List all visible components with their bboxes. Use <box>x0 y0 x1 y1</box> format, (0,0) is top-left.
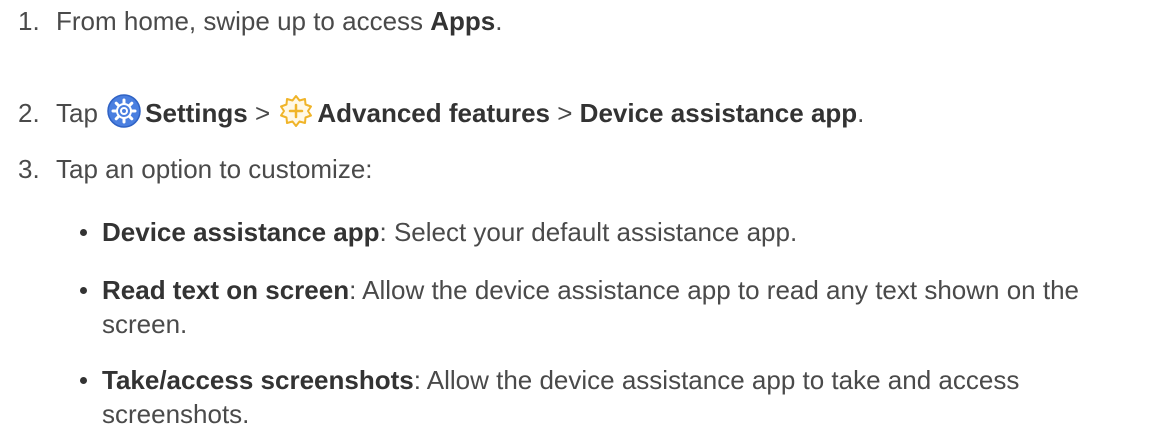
option-title: Device assistance app <box>102 217 380 247</box>
settings-gear-icon <box>107 94 141 128</box>
step-1: 1. From home, swipe up to access Apps. <box>18 4 503 38</box>
bullet-dot-icon <box>80 229 87 236</box>
breadcrumb-separator: > <box>247 98 278 128</box>
option-list-item: Read text on screen: Allow the device as… <box>80 273 1150 341</box>
bullet-dot-icon <box>80 287 87 294</box>
step-punct: . <box>495 6 503 36</box>
step-number: 2. <box>18 98 40 128</box>
bullet-dot-icon <box>80 377 87 384</box>
option-text: Read text on screen: Allow the device as… <box>102 273 1150 341</box>
step-number: 1. <box>18 6 40 36</box>
device-assistance-app-term: Device assistance app <box>579 98 858 128</box>
advanced-features-term: Advanced features <box>317 98 551 128</box>
apps-term: Apps <box>430 6 496 36</box>
step-text: Tap <box>56 98 106 128</box>
step-2: 2. Tap Settings > Advanced features > De… <box>18 94 864 130</box>
advanced-features-icon <box>279 94 313 128</box>
instructions-page: 1. From home, swipe up to access Apps. 2.… <box>0 0 1169 435</box>
settings-term: Settings <box>145 98 248 128</box>
option-text: Device assistance app: Select your defau… <box>102 215 1150 249</box>
option-description: : Select your default assistance app. <box>379 217 798 247</box>
step-punct: . <box>857 98 865 128</box>
breadcrumb-separator: > <box>550 98 580 128</box>
option-text: Take/access screenshots: Allow the devic… <box>102 363 1150 431</box>
step-3: 3. Tap an option to customize: <box>18 152 373 186</box>
step-text: From home, swipe up to access <box>56 6 431 36</box>
option-title: Take/access screenshots <box>102 365 414 395</box>
step-number: 3. <box>18 154 40 184</box>
step-text: Tap an option to customize: <box>56 154 373 184</box>
option-title: Read text on screen <box>102 275 350 305</box>
option-list-item: Take/access screenshots: Allow the devic… <box>80 363 1150 431</box>
option-list-item: Device assistance app: Select your defau… <box>80 215 1150 249</box>
